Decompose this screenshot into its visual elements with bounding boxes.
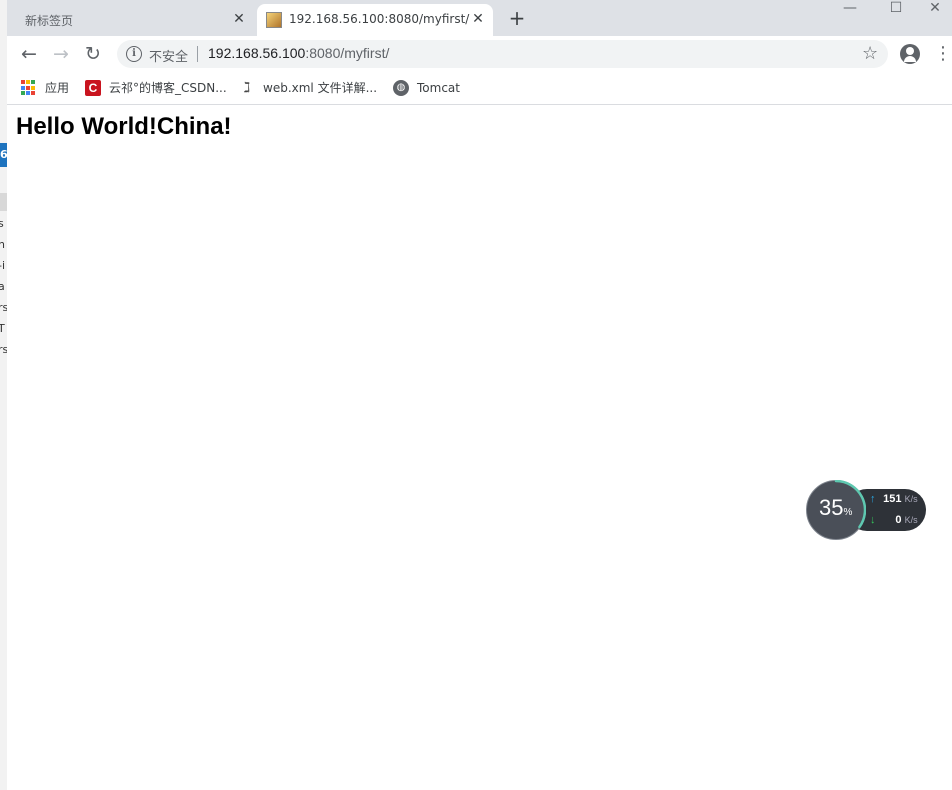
background-window-text: s <box>0 217 4 230</box>
usage-percent-value: 35 <box>819 495 844 520</box>
bookmark-label: 云祁°的博客_CSDN... <box>109 81 227 95</box>
bookmark-label: Tomcat <box>417 81 460 95</box>
background-window-text: n <box>0 238 5 251</box>
security-status-label[interactable]: 不安全 <box>149 46 188 65</box>
bookmarks-bar: 应用 C 云祁°的博客_CSDN... ℷ web.xml 文件详解... ◍ … <box>7 72 952 105</box>
download-arrow-icon: ↓ <box>870 514 876 526</box>
webxml-icon: ℷ <box>243 80 251 96</box>
url-host: 192.168.56.100 <box>208 45 306 61</box>
tab-new-tab-page[interactable]: 新标签页 ✕ <box>7 4 255 36</box>
bookmark-label: 应用 <box>45 81 70 95</box>
page-heading: Hello World!China! <box>16 113 232 140</box>
reload-icon[interactable]: ↻ <box>81 42 105 66</box>
download-unit: K/s <box>904 515 918 525</box>
download-speed: ↓ 0 K/s <box>870 514 918 526</box>
usage-percent: 35% <box>819 495 852 521</box>
bookmark-star-icon[interactable]: ☆ <box>862 43 878 64</box>
profile-avatar-icon[interactable] <box>900 44 920 64</box>
tomcat-favicon-icon <box>266 12 282 28</box>
upload-arrow-icon: ↑ <box>870 493 876 505</box>
usage-percent-sign: % <box>843 507 853 518</box>
browser-toolbar: ← → ↻ i 不安全 192.168.56.100:8080/myfirst/… <box>7 36 952 72</box>
tab-strip: 新标签页 ✕ 192.168.56.100:8080/myfirst/ ✕ + … <box>7 0 952 36</box>
background-window-gray-bar <box>0 193 7 211</box>
csdn-icon: C <box>85 80 101 96</box>
background-window-text: a <box>0 280 5 293</box>
apps-grid-icon <box>21 80 37 96</box>
network-speed-widget[interactable]: 35% ↑ 151 K/s ↓ 0 K/s <box>806 480 926 540</box>
download-value: 0 <box>895 514 902 526</box>
maximize-button[interactable]: ☐ <box>873 0 919 20</box>
globe-icon: ◍ <box>393 80 409 96</box>
address-bar[interactable]: i 不安全 192.168.56.100:8080/myfirst/ ☆ <box>117 40 888 68</box>
back-arrow-icon[interactable]: ← <box>17 42 41 66</box>
forward-arrow-icon[interactable]: → <box>49 42 73 66</box>
tab-myfirst[interactable]: 192.168.56.100:8080/myfirst/ ✕ <box>257 4 493 36</box>
tab-title: 192.168.56.100:8080/myfirst/ <box>289 12 470 26</box>
upload-value: 151 <box>883 493 902 505</box>
new-tab-plus-icon[interactable]: + <box>505 6 529 30</box>
address-divider <box>197 46 198 62</box>
url-path: :8080/myfirst/ <box>305 45 390 61</box>
bookmark-label: web.xml 文件详解... <box>263 81 378 95</box>
background-window-text: T <box>0 322 5 335</box>
url-text[interactable]: 192.168.56.100:8080/myfirst/ <box>208 45 389 61</box>
page-content: Hello World!China! <box>7 105 952 790</box>
background-window-text: -i <box>0 259 6 272</box>
info-icon[interactable]: i <box>126 46 142 62</box>
tab-close-icon[interactable]: ✕ <box>229 9 249 29</box>
upload-unit: K/s <box>904 494 918 504</box>
tab-title: 新标签页 <box>25 14 74 28</box>
minimize-button[interactable]: — <box>827 0 873 20</box>
menu-kebab-icon[interactable]: ⋮ <box>934 42 952 66</box>
tab-close-icon[interactable]: ✕ <box>468 9 488 29</box>
upload-speed: ↑ 151 K/s <box>870 493 918 505</box>
close-window-button[interactable]: ✕ <box>918 0 952 20</box>
background-window-blue-tab: 6 <box>0 143 7 167</box>
browser-window: 新标签页 ✕ 192.168.56.100:8080/myfirst/ ✕ + … <box>7 0 952 790</box>
